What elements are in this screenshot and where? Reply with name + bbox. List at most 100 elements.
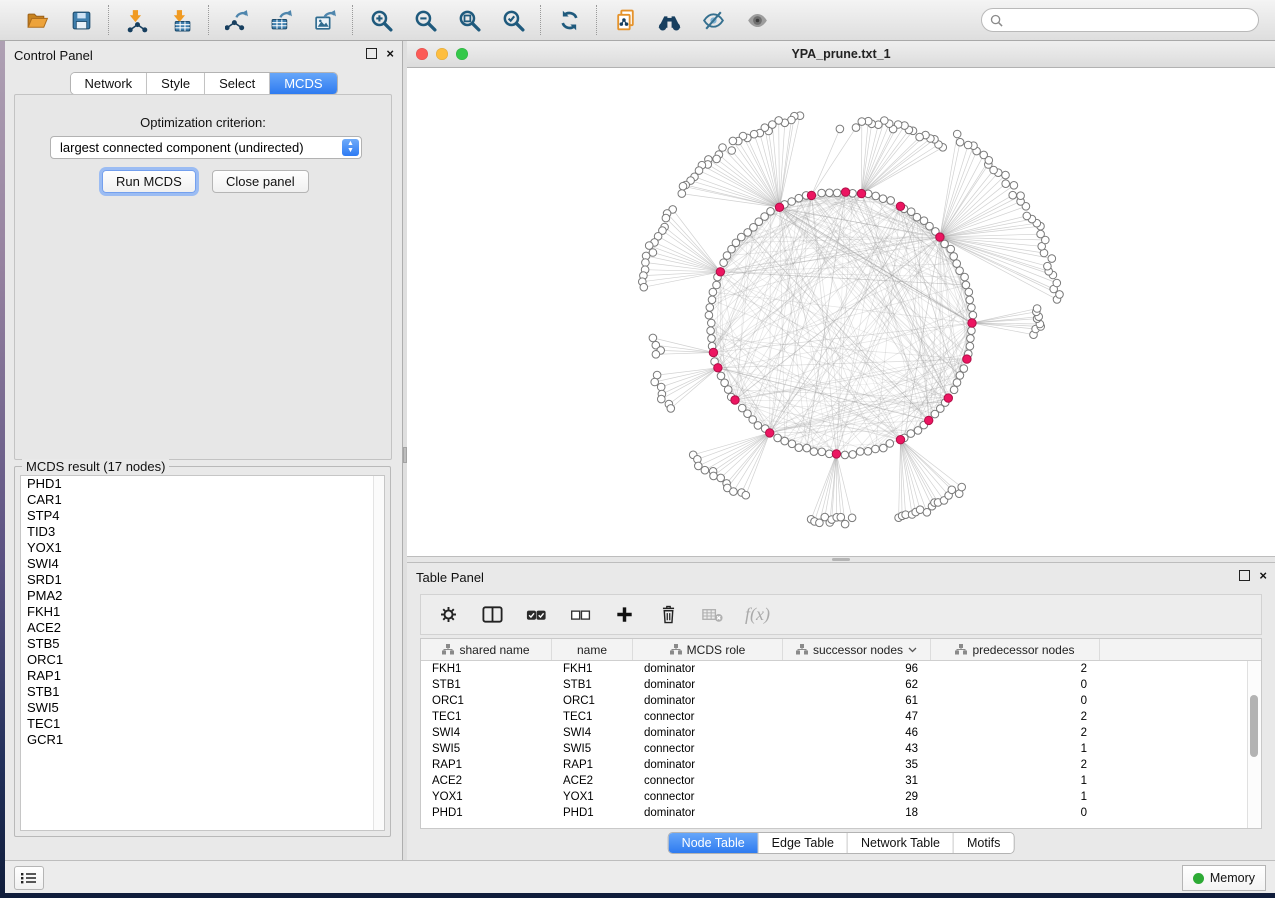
column-header-MCDS-role[interactable]: MCDS role [633,639,783,660]
cell-name: STB1 [552,679,633,691]
run-mcds-button[interactable]: Run MCDS [102,170,196,193]
search-box[interactable] [981,8,1259,32]
horizontal-splitter-handle[interactable] [832,558,850,561]
table-row[interactable]: SWI4SWI4dominator462 [421,725,1261,741]
table-row[interactable]: TEC1TEC1connector472 [421,709,1261,725]
deselect-all-checkboxes-button[interactable] [569,603,592,626]
table-row[interactable]: YOX1YOX1connector291 [421,789,1261,805]
cell-mcds-role: dominator [633,695,783,707]
export-table-button[interactable] [267,6,295,34]
table-row[interactable]: RAP1RAP1dominator352 [421,757,1261,773]
tab-style[interactable]: Style [147,73,205,94]
toggle-panel-columns-button[interactable] [481,603,504,626]
memory-button[interactable]: Memory [1182,865,1266,891]
table-scrollbar-thumb[interactable] [1250,695,1258,757]
tab-select[interactable]: Select [205,73,270,94]
column-header-successor-nodes[interactable]: successor nodes [783,639,931,660]
open-session-button[interactable] [23,6,51,34]
cell-predecessor-nodes: 2 [931,663,1100,675]
mcds-result-item[interactable]: TEC1 [21,716,384,732]
table-row[interactable]: STB1STB1dominator620 [421,677,1261,693]
create-new-column-button[interactable] [613,603,636,626]
zoom-out-button[interactable] [411,6,439,34]
mcds-result-item[interactable]: STP4 [21,508,384,524]
maximize-window-icon[interactable] [456,48,468,60]
mcds-result-item[interactable]: FKH1 [21,604,384,620]
close-panel-icon[interactable]: × [386,49,394,58]
mcds-result-item[interactable]: SWI4 [21,556,384,572]
hide-selected-button[interactable] [699,6,727,34]
tab-edge-table[interactable]: Edge Table [759,833,848,853]
float-table-panel-icon[interactable] [1239,570,1250,581]
table-settings-button[interactable] [437,603,460,626]
mcds-result-item[interactable]: STB5 [21,636,384,652]
tab-network[interactable]: Network [70,73,147,94]
mcds-result-list: PHD1CAR1STP4TID3YOX1SWI4SRD1PMA2FKH1ACE2… [20,475,385,831]
import-network-button[interactable] [123,6,151,34]
save-session-button[interactable] [67,6,95,34]
close-window-icon[interactable] [416,48,428,60]
table-row[interactable]: ACE2ACE2connector311 [421,773,1261,789]
tab-node-table[interactable]: Node Table [669,833,759,853]
network-canvas[interactable] [407,68,1275,557]
column-header-shared-name[interactable]: shared name [421,639,552,660]
cell-mcds-role: connector [633,775,783,787]
table-row[interactable]: PHD1PHD1dominator180 [421,805,1261,821]
export-image-button[interactable] [311,6,339,34]
import-network-icon [125,8,150,33]
close-panel-button[interactable]: Close panel [212,170,309,193]
mcds-result-item[interactable]: PHD1 [21,476,384,492]
tab-mcds[interactable]: MCDS [270,73,336,94]
delete-columns-button[interactable] [657,603,680,626]
minimize-window-icon[interactable] [436,48,448,60]
search-network-button[interactable] [655,6,683,34]
mcds-result-item[interactable]: CAR1 [21,492,384,508]
column-header-filler [1100,639,1261,660]
mcds-result-item[interactable]: SRD1 [21,572,384,588]
clone-network-button[interactable] [611,6,639,34]
optimization-criterion-select[interactable]: largest connected component (undirected)… [50,136,362,159]
close-table-panel-icon[interactable]: × [1259,571,1267,580]
mcds-result-item[interactable]: STB1 [21,684,384,700]
export-network-button[interactable] [223,6,251,34]
mcds-result-title: MCDS result (17 nodes) [22,459,169,474]
mcds-result-item[interactable]: TID3 [21,524,384,540]
show-hidden-button[interactable] [743,6,771,34]
table-row[interactable]: ORC1ORC1dominator610 [421,693,1261,709]
table-row[interactable]: SWI5SWI5connector431 [421,741,1261,757]
search-icon [990,14,1003,27]
cell-successor-nodes: 46 [783,727,931,739]
mcds-result-item[interactable]: GCR1 [21,732,384,748]
select-all-icon [525,603,548,626]
status-menu-button[interactable] [14,866,44,890]
table-panel-title: Table Panel [416,570,484,585]
mcds-result-item[interactable]: PMA2 [21,588,384,604]
table-row[interactable]: FKH1FKH1dominator962 [421,661,1261,677]
zoom-fit-icon [457,8,482,33]
table-body: FKH1FKH1dominator962STB1STB1dominator620… [421,661,1261,821]
column-type-icon [670,644,682,655]
mcds-result-item[interactable]: ACE2 [21,620,384,636]
tab-network-table[interactable]: Network Table [848,833,954,853]
network-window-titlebar[interactable]: YPA_prune.txt_1 [407,41,1275,68]
cell-successor-nodes: 18 [783,807,931,819]
mcds-list-scrollbar[interactable] [373,476,384,830]
zoom-fit-button[interactable] [455,6,483,34]
cell-name: ORC1 [552,695,633,707]
mcds-result-item[interactable]: SWI5 [21,700,384,716]
refresh-button[interactable] [555,6,583,34]
tab-motifs[interactable]: Motifs [954,833,1013,853]
search-input[interactable] [1008,12,1250,28]
delete-table-button [701,603,724,626]
zoom-selected-button[interactable] [499,6,527,34]
column-header-predecessor-nodes[interactable]: predecessor nodes [931,639,1100,660]
mcds-result-item[interactable]: YOX1 [21,540,384,556]
cell-successor-nodes: 61 [783,695,931,707]
mcds-result-item[interactable]: ORC1 [21,652,384,668]
zoom-in-button[interactable] [367,6,395,34]
import-table-button[interactable] [167,6,195,34]
float-panel-icon[interactable] [366,48,377,59]
mcds-result-item[interactable]: RAP1 [21,668,384,684]
column-header-name[interactable]: name [552,639,633,660]
select-all-checkboxes-button[interactable] [525,603,548,626]
